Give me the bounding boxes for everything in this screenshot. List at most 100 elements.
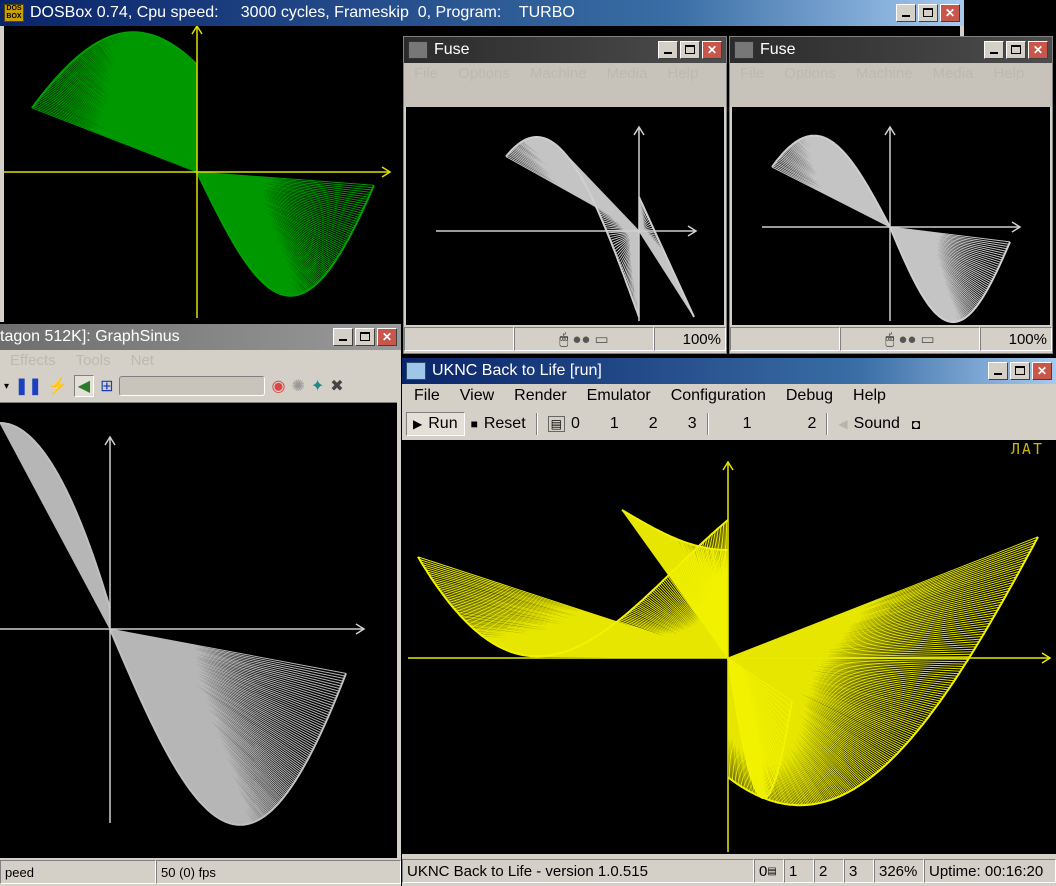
menu-options[interactable]: Options [774,63,846,107]
run-button[interactable]: ▶ Run [406,412,465,436]
menu-configuration[interactable]: Configuration [661,384,776,408]
menu-render[interactable]: Render [504,384,576,408]
menu-help[interactable]: Help [843,384,896,408]
close-button[interactable]: ✕ [702,41,722,59]
status-drive-0-label: 0 [759,862,768,880]
keyboard-mode-indicator: ЛАТ [1010,440,1044,458]
fuse-right-graph [762,125,1022,323]
minimize-button[interactable] [988,362,1008,380]
maximize-button[interactable] [680,41,700,59]
unreal-menubar: Effects Tools Net [0,350,401,372]
fuse-right-statusbar: 🖱 ●● ▭ 100% [730,325,1052,353]
close-button[interactable]: ✕ [940,4,960,22]
uknc-window-buttons: ✕ [988,362,1052,380]
menu-effects[interactable]: Effects [0,350,66,372]
status-uptime: Uptime: 00:16:20 [924,859,1056,883]
gamepad-icon[interactable]: ⊞ [100,376,113,396]
footprints-icon: ●● [572,330,591,348]
dosbox-titlebar[interactable]: DOS BOX DOSBox 0.74, Cpu speed: 3000 cycl… [0,0,964,26]
drive-1-label: 1 [609,415,619,432]
unreal-toolbar: ▾ ❚❚ ⚡ ◀ ⊞ ◉ ✺ ✦ ✖ [0,372,401,400]
camera-icon: ◘ [911,416,921,432]
fuse-left-screen[interactable] [406,107,724,325]
fuse-right-title: Fuse [760,41,796,58]
status-blank [730,327,840,351]
hd-2-button[interactable]: 2 [758,413,823,435]
fuse-left-menubar: File Options Machine Media Help [404,63,726,107]
close-button[interactable]: ✕ [1032,362,1052,380]
fuse-left-window: Fuse ✕ File Options Machine Media Help 🖱… [403,36,727,354]
close-button[interactable]: ✕ [377,328,397,346]
sound-icon[interactable]: ◀ [73,375,95,397]
globe-icon[interactable]: ◉ [271,376,285,396]
status-fps: 50 (0) fps [156,860,401,884]
unreal-screen[interactable] [0,402,397,858]
drive-1-button[interactable]: 1 [586,413,625,435]
minimize-button[interactable] [984,41,1004,59]
uknc-title: UKNC Back to Life [run] [432,362,602,379]
drive-3-button[interactable]: 3 [664,413,703,435]
plot-fan [0,422,111,630]
close-button[interactable]: ✕ [1028,41,1048,59]
mouse-icon: 🖱 [559,330,569,348]
menu-file[interactable]: File [404,63,448,107]
unreal-window-buttons: ✕ [333,328,397,346]
menu-file[interactable]: File [404,384,450,408]
maximize-button[interactable] [1006,41,1026,59]
minimize-button[interactable] [333,328,353,346]
run-label: Run [428,415,458,432]
status-drive-2: 2 [814,859,844,883]
pause-icon[interactable]: ❚❚ [15,376,42,396]
minimize-button[interactable] [896,4,916,22]
maximize-button[interactable] [918,4,938,22]
maximize-button[interactable] [355,328,375,346]
reset-button[interactable]: ■ Reset [465,413,532,435]
sound-button[interactable]: ◀ Sound [832,413,906,435]
status-icons: 🖱 ●● ▭ [514,327,654,351]
floppy-icon: ▤ [767,865,777,877]
plot-fan [109,628,347,826]
speaker-icon: ◀ [838,417,848,431]
menu-debug[interactable]: Debug [776,384,843,408]
minimize-icon [664,52,672,54]
drive-2-button[interactable]: 2 [625,413,664,435]
minimize-icon [339,339,347,341]
uknc-titlebar[interactable]: UKNC Back to Life [run] [402,358,1056,384]
status-drive-1: 1 [784,859,814,883]
menu-view[interactable]: View [450,384,504,408]
reset-label: Reset [483,415,526,432]
drive-0-button[interactable]: ▤ 0 [542,413,586,435]
screenshot-button[interactable]: ◘ [906,414,926,434]
uknc-toolbar: ▶ Run ■ Reset ▤ 0 1 2 3 1 2 ◀ Sound ◘ [402,410,1056,438]
menu-machine[interactable]: Machine [520,63,597,107]
tools-icon[interactable]: ✖ [330,376,343,396]
uknc-screen[interactable]: ЛАТ [402,440,1056,854]
menu-help[interactable]: Help [983,63,1034,107]
menu-help[interactable]: Help [657,63,708,107]
play-icon: ▶ [413,417,423,431]
lightning-icon[interactable]: ⚡ [48,376,68,396]
maximize-button[interactable] [1010,362,1030,380]
menu-net[interactable]: Net [121,350,164,372]
fuse-right-window: Fuse ✕ File Options Machine Media Help 🖱… [729,36,1053,354]
menu-file[interactable]: File [730,63,774,107]
minimize-icon [994,373,1002,375]
gear-icon[interactable]: ✺ [291,376,304,396]
menu-media[interactable]: Media [597,63,658,107]
plot-fan [31,31,198,173]
menu-tools[interactable]: Tools [66,350,121,372]
menu-options[interactable]: Options [448,63,520,107]
plot-fan [889,226,1011,323]
dosbox-icon: DOS BOX [4,4,24,22]
minimize-button[interactable] [658,41,678,59]
menu-machine[interactable]: Machine [846,63,923,107]
uknc-icon [406,362,426,380]
menu-emulator[interactable]: Emulator [577,384,661,408]
hd-1-button[interactable]: 1 [713,413,758,435]
compass-icon[interactable]: ✦ [311,376,324,396]
unreal-graph [0,422,366,826]
menu-media[interactable]: Media [923,63,984,107]
fuse-right-screen[interactable] [732,107,1050,325]
fuse-icon [734,41,754,59]
dropdown-arrow-icon[interactable]: ▾ [4,381,9,392]
